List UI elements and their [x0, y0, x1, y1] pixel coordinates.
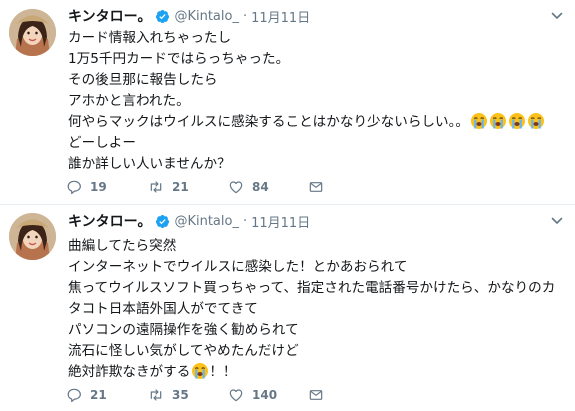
- reply-icon: [67, 388, 81, 403]
- display-name[interactable]: キンタロー。: [68, 211, 151, 231]
- tweet-text-line: どーしよー: [68, 135, 136, 151]
- heart-icon: [229, 389, 243, 402]
- like-button[interactable]: 140: [228, 384, 277, 406]
- tweet-text-line-with-emoji: 何やらマックはウイルスに感染することはかなり少ないらしい。。: [68, 112, 567, 133]
- tweet-text-line: カード情報入れちゃったし: [68, 30, 232, 46]
- reply-count: 19: [90, 180, 107, 194]
- heart-icon: [229, 181, 243, 194]
- like-count: 140: [252, 388, 278, 402]
- retweet-icon: [150, 181, 162, 193]
- envelope-icon: [309, 182, 323, 192]
- verified-badge-icon: [155, 214, 170, 229]
- timestamp[interactable]: 11月11日: [251, 7, 310, 26]
- tweet-text-line: タコト日本語外国人がでてきて: [68, 301, 258, 317]
- display-name[interactable]: キンタロー。: [68, 6, 151, 26]
- direct-message-button[interactable]: [308, 176, 324, 198]
- handle[interactable]: @Kintalo_: [174, 9, 239, 24]
- reply-icon: [67, 180, 81, 195]
- loudly-crying-face-emoji: [509, 113, 526, 129]
- avatar[interactable]: [9, 9, 56, 56]
- retweet-count: 35: [172, 388, 189, 402]
- tweet-text-line: その後旦那に報告したら: [68, 72, 218, 88]
- loudly-crying-face-emoji: [471, 113, 488, 129]
- tweet-text-segment: 絶対詐欺なきがする: [68, 364, 191, 380]
- loudly-crying-face-emoji: [192, 363, 209, 379]
- tweet-text-segment: ！！: [209, 364, 237, 380]
- timestamp[interactable]: 11月11日: [251, 212, 310, 231]
- reply-button[interactable]: 19: [66, 176, 107, 198]
- tweet-text: 曲編してたら突然 インターネットでウイルスに感染した！とかあおられて 焦ってウイ…: [68, 236, 567, 383]
- envelope-icon: [309, 390, 323, 400]
- reply-button[interactable]: 21: [66, 384, 107, 406]
- chevron-down-icon[interactable]: [551, 215, 563, 227]
- tweet-text-line: 1万5千円カードではらっちゃった。: [68, 51, 290, 67]
- tweet-text-segment: 何やらマックはウイルスに感染することはかなり少ないらしい。。: [68, 114, 470, 130]
- separator-dot: ·: [242, 8, 248, 24]
- tweet-1[interactable]: キンタロー。 @Kintalo_ · 11月11日 カード情報入れちゃったし 1…: [0, 0, 575, 205]
- tweet-text-line: インターネットでウイルスに感染した！とかあおられて: [68, 259, 408, 275]
- chevron-down-icon[interactable]: [551, 10, 563, 22]
- direct-message-button[interactable]: [308, 384, 324, 406]
- tweet-header: キンタロー。 @Kintalo_ · 11月11日: [68, 6, 310, 26]
- tweet-text-line: パソコンの遠隔操作を強く勧められて: [68, 322, 299, 338]
- separator-dot: ·: [242, 213, 248, 229]
- tweet-text-line: アホかと言われた。: [68, 93, 190, 109]
- tweet-text-line: 焦ってウイルスソフト買っちゃって、指定された電話番号かけたら、かなりのカ: [68, 280, 556, 296]
- handle[interactable]: @Kintalo_: [174, 214, 239, 229]
- loudly-crying-face-emoji: [490, 113, 507, 129]
- tweet-text-line: 流石に怪しい気がしてやめたんだけど: [68, 343, 299, 359]
- tweet-text-line: 曲編してたら突然: [68, 238, 177, 254]
- loudly-crying-face-emoji: [528, 113, 545, 129]
- avatar[interactable]: [9, 213, 56, 260]
- verified-badge-icon: [155, 9, 170, 24]
- retweet-button[interactable]: 35: [148, 384, 189, 406]
- retweet-count: 21: [172, 180, 189, 194]
- tweet-header: キンタロー。 @Kintalo_ · 11月11日: [68, 211, 310, 231]
- tweet-text-line-with-emoji: 絶対詐欺なきがする ！！: [68, 362, 567, 383]
- tweet-text: カード情報入れちゃったし 1万5千円カードではらっちゃった。 その後旦那に報告し…: [68, 28, 567, 175]
- tweet-text-line: 誰か詳しい人いませんか？: [68, 156, 231, 172]
- retweet-icon: [150, 389, 162, 401]
- reply-count: 21: [90, 388, 107, 402]
- like-count: 84: [252, 180, 269, 194]
- retweet-button[interactable]: 21: [148, 176, 189, 198]
- like-button[interactable]: 84: [228, 176, 269, 198]
